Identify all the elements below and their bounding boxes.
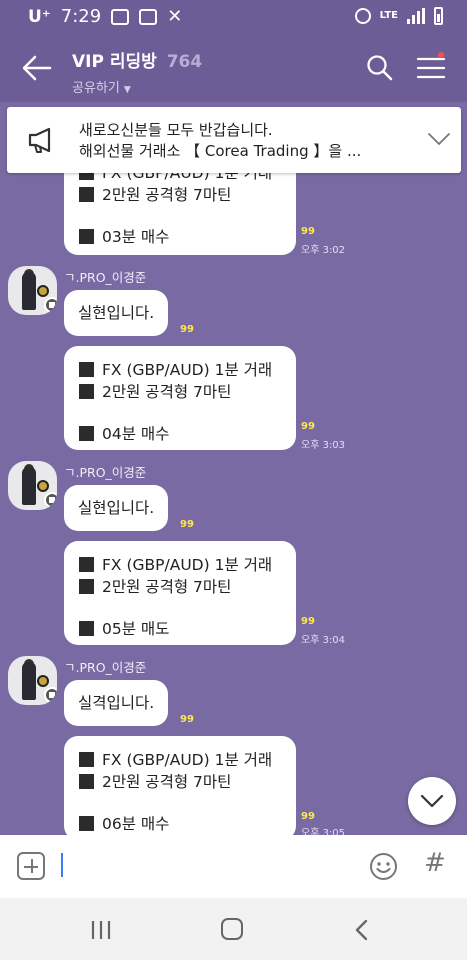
- message-bubble[interactable]: FX (GBP/AUD) 1분 거래 2만원 공격형 7마틴 04분 매수: [64, 346, 296, 450]
- notice-line: 해외선물 거래소 【 Corea Trading 】을 ...: [79, 142, 362, 160]
- chevron-down-icon[interactable]: [427, 131, 451, 147]
- black-square-icon: [79, 426, 94, 441]
- network-type: LTE: [379, 10, 398, 21]
- unread-count: 99: [301, 421, 315, 432]
- black-square-icon: [79, 621, 94, 636]
- message-text: 실현입니다.: [78, 304, 155, 322]
- share-link[interactable]: 공유하기 ▼: [72, 77, 202, 96]
- unread-count: 99: [180, 519, 194, 530]
- missed-call-icon: ✕: [167, 6, 183, 27]
- unread-count: 99: [180, 324, 194, 335]
- home-icon[interactable]: [221, 918, 243, 940]
- notice-banner[interactable]: 새로오신분들 모두 반갑습니다. 해외선물 거래소 【 Corea Tradin…: [7, 107, 461, 173]
- signal-icon: [407, 8, 425, 24]
- message-time: 오후 3:05: [301, 828, 346, 835]
- avatar[interactable]: [8, 656, 57, 705]
- plus-icon[interactable]: [17, 852, 45, 880]
- message-bubble[interactable]: FX (GBP/AUD) 1분 거래 2만원 공격형 7마틴 05분 매도: [64, 541, 296, 645]
- system-nav-bar: [0, 898, 467, 960]
- nav-back-icon[interactable]: [353, 919, 369, 941]
- notice-line: 새로오신분들 모두 반갑습니다.: [79, 121, 273, 139]
- black-square-icon: [79, 752, 94, 767]
- carrier-label: U⁺: [28, 6, 51, 27]
- avatar[interactable]: [8, 266, 57, 315]
- black-square-icon: [79, 229, 94, 244]
- unread-count: 99: [180, 714, 194, 725]
- menu-button[interactable]: [416, 52, 446, 80]
- member-count: 764: [166, 52, 203, 72]
- unread-count: 99: [301, 811, 315, 822]
- message-line: 2만원 공격형 7마틴: [79, 184, 282, 206]
- emoji-icon[interactable]: [369, 852, 398, 881]
- chat-title-area[interactable]: VIP 리딩방 764 공유하기 ▼: [72, 47, 202, 96]
- room-name: VIP 리딩방: [72, 52, 157, 72]
- message-time: 오후 3:04: [301, 635, 346, 646]
- black-square-icon: [79, 384, 94, 399]
- megaphone-icon: [28, 127, 51, 153]
- black-square-icon: [79, 774, 94, 789]
- message-line: 03분 매수: [79, 226, 282, 248]
- message-bubble[interactable]: FX (GBP/AUD) 1분 거래 2만원 공격형 7마틴 06분 매수: [64, 736, 296, 835]
- unread-count: 99: [301, 226, 315, 237]
- clock: 7:29: [60, 6, 102, 27]
- black-square-icon: [79, 187, 94, 202]
- caret-down-icon: ▼: [123, 85, 131, 95]
- avatar[interactable]: [8, 461, 57, 510]
- message-text: 실격입니다.: [78, 694, 155, 712]
- gallery-notification-icon: [139, 8, 158, 25]
- chevron-down-icon: [420, 794, 444, 808]
- message-bubble[interactable]: 실격입니다.: [64, 680, 169, 726]
- message-text: 실현입니다.: [78, 499, 155, 517]
- share-label: 공유하기: [72, 81, 120, 96]
- sender-name: ㄱ.PRO_이경준: [64, 270, 147, 285]
- message-list[interactable]: FX (GBP/AUD) 1분 거래 2만원 공격형 7마틴 03분 매수 99…: [0, 102, 467, 835]
- sender-name: ㄱ.PRO_이경준: [64, 660, 147, 675]
- back-arrow-icon[interactable]: [20, 52, 54, 84]
- hashtag-icon[interactable]: #: [424, 848, 446, 878]
- message-bubble[interactable]: 실현입니다.: [64, 485, 169, 531]
- black-square-icon: [79, 557, 94, 572]
- chat-title: VIP 리딩방 764: [72, 47, 202, 72]
- message-input[interactable]: [58, 849, 348, 883]
- message-bubble[interactable]: 실현입니다.: [64, 290, 169, 336]
- message-input-bar: #: [0, 835, 467, 898]
- talk-notification-icon: [111, 8, 130, 25]
- menu-icon: [416, 57, 446, 79]
- search-icon[interactable]: [366, 54, 394, 82]
- black-square-icon: [79, 362, 94, 377]
- alarm-icon: [354, 8, 371, 24]
- black-square-icon: [79, 579, 94, 594]
- message-time: 오후 3:03: [301, 440, 346, 451]
- unread-count: 99: [301, 616, 315, 627]
- scroll-to-bottom-button[interactable]: [408, 777, 456, 825]
- text-cursor: [61, 853, 63, 877]
- black-square-icon: [79, 816, 94, 831]
- chat-header: VIP 리딩방 764 공유하기 ▼: [0, 34, 467, 102]
- message-time: 오후 3:02: [301, 245, 346, 256]
- recent-apps-icon[interactable]: [90, 920, 112, 940]
- status-bar: U⁺ 7:29 ✕ LTE: [0, 0, 467, 34]
- notification-dot: [438, 52, 444, 58]
- sender-name: ㄱ.PRO_이경준: [64, 465, 147, 480]
- notice-text: 새로오신분들 모두 반갑습니다. 해외선물 거래소 【 Corea Tradin…: [79, 120, 361, 162]
- battery-icon: [434, 7, 443, 25]
